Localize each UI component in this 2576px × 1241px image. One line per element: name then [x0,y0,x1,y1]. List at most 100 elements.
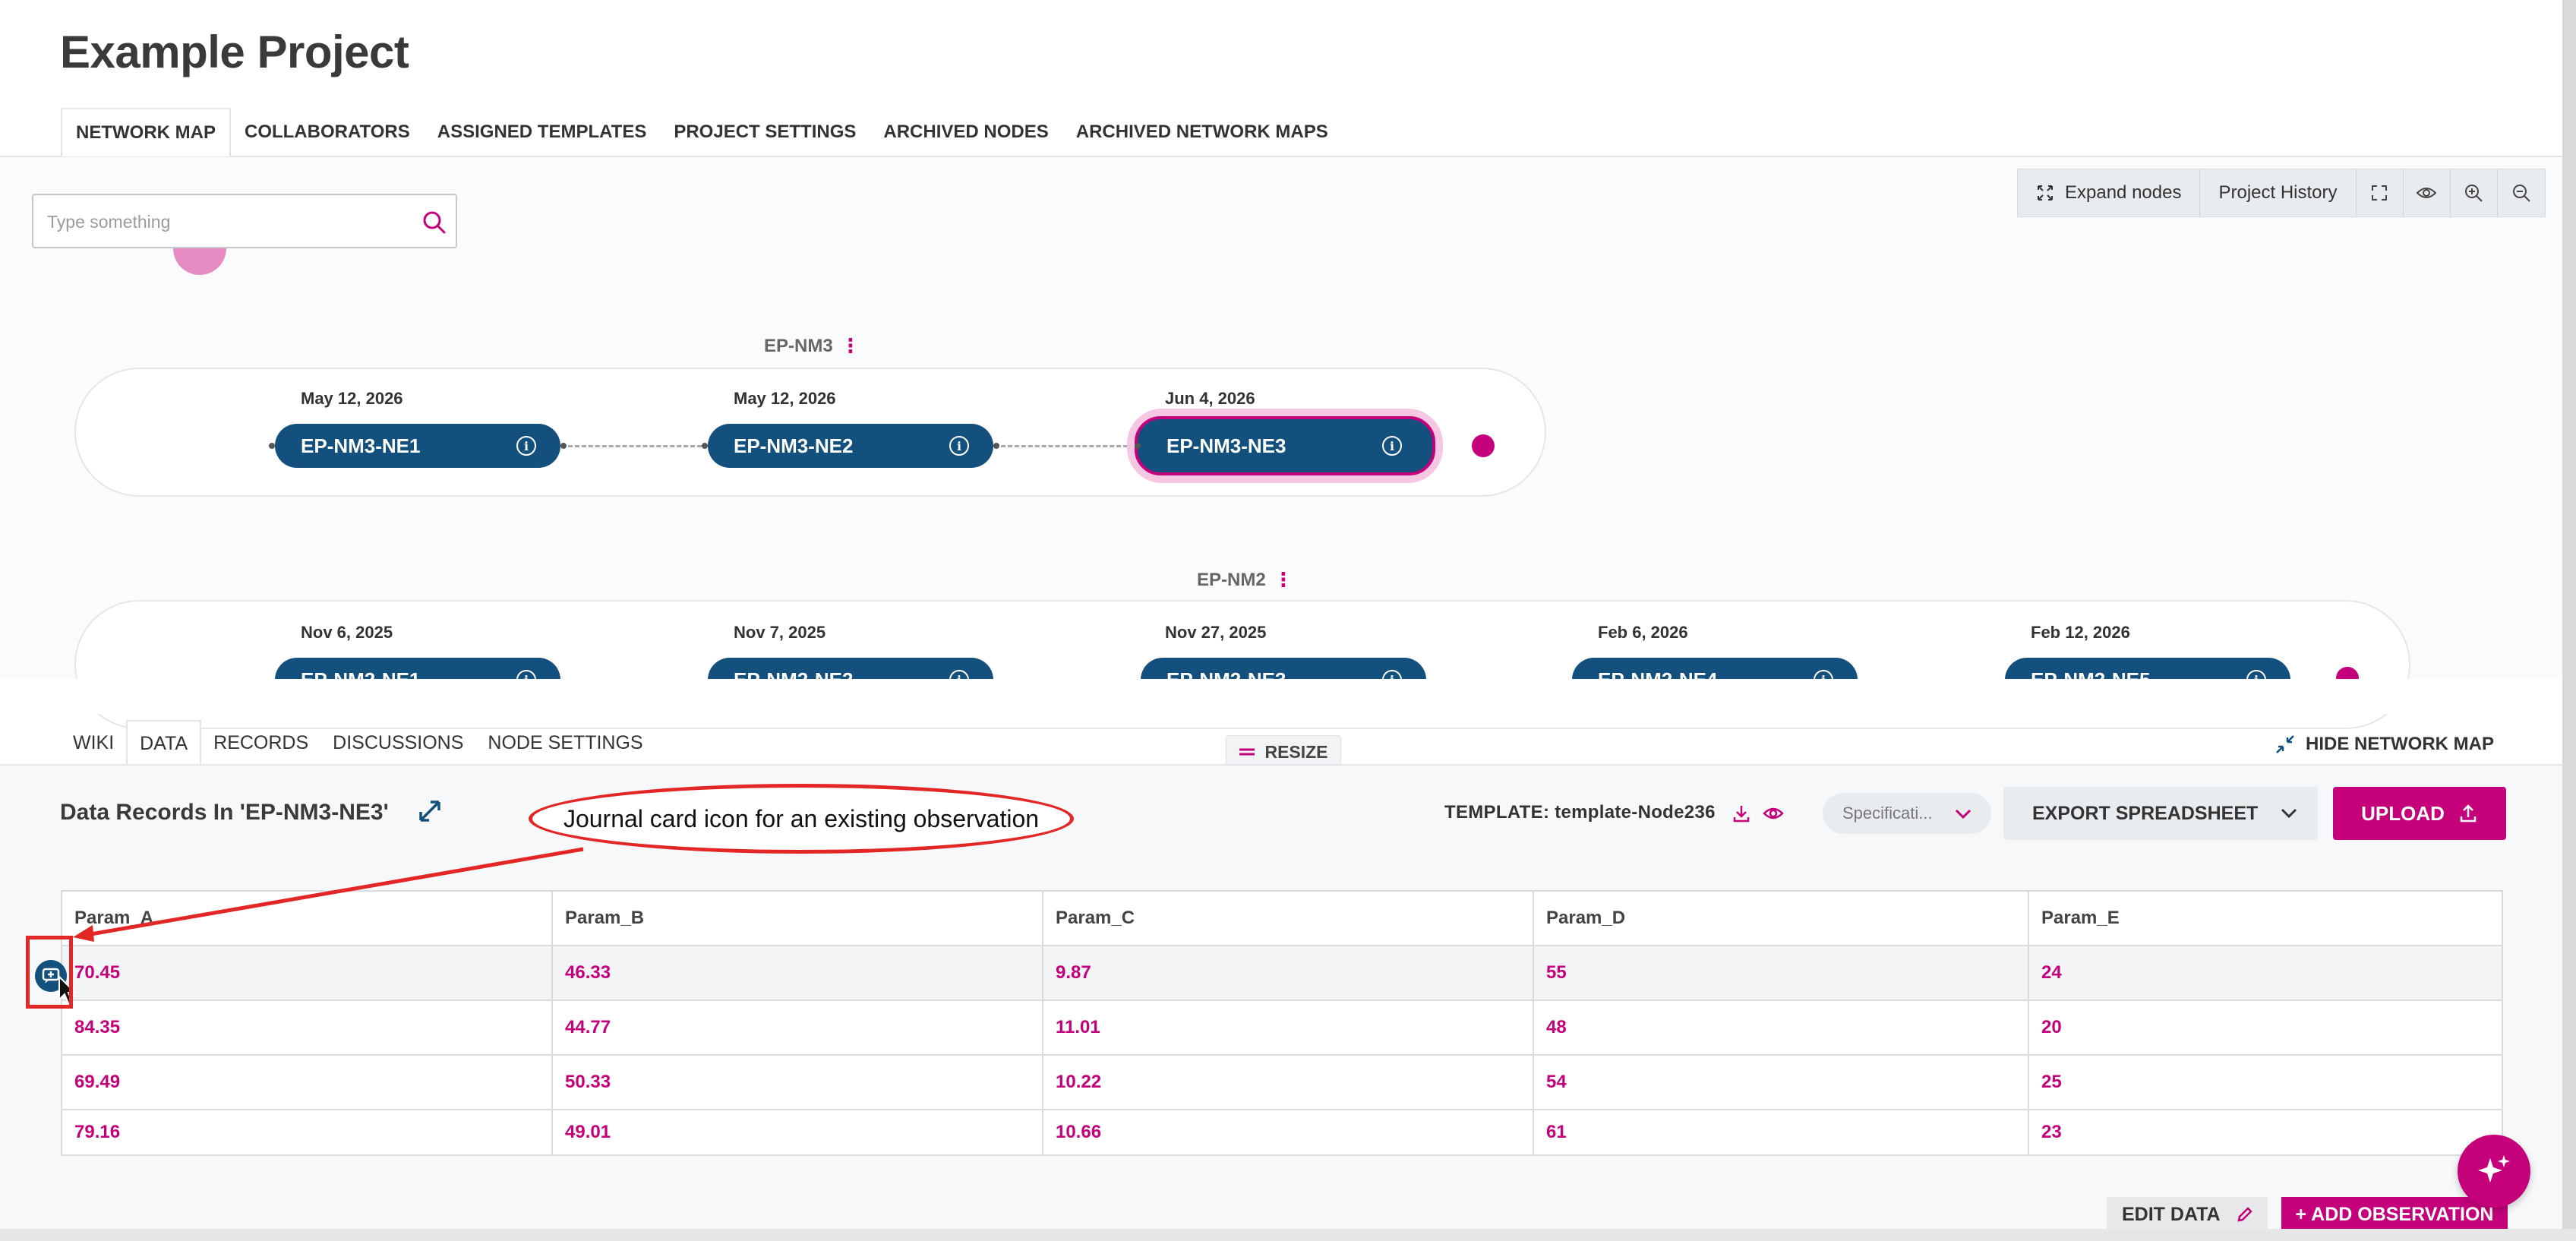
zoom-out-button[interactable] [2498,169,2545,216]
table-cell[interactable]: 44.77 [553,1001,1043,1054]
table-cell[interactable]: 25 [2029,1056,2502,1109]
edit-data-label: EDIT DATA [2122,1203,2221,1225]
column-header[interactable]: Param_C [1043,892,1534,945]
tab-project-settings[interactable]: PROJECT SETTINGS [660,108,870,156]
table-cell[interactable]: 23 [2029,1110,2502,1154]
zoom-out-icon [2512,185,2530,202]
network-map-name: EP-NM3 [764,335,833,356]
ai-assistant-button[interactable] [2458,1135,2530,1208]
table-cell[interactable]: 11.01 [1043,1001,1534,1054]
column-header[interactable]: Param_B [553,892,1043,945]
table-cell[interactable]: 55 [1534,946,2029,999]
table-cell[interactable]: 46.33 [553,946,1043,999]
expand-nodes-label: Expand nodes [2065,182,2182,203]
data-records-title: Data Records In 'EP-NM3-NE3' [60,800,389,825]
tab-archived-nodes[interactable]: ARCHIVED NODES [870,108,1062,156]
expand-icon[interactable] [416,797,444,825]
table-cell[interactable]: 54 [1534,1056,2029,1109]
table-cell[interactable]: 49.01 [553,1110,1043,1154]
tab-data[interactable]: DATA [126,720,202,766]
zoom-in-icon [2465,185,2483,202]
eye-icon[interactable] [1762,804,1784,823]
table-cell[interactable]: 84.35 [62,1001,553,1054]
node-card-selected[interactable]: EP-NM3-NE3 i [1141,424,1426,468]
connector-line [1001,445,1135,447]
visibility-button[interactable] [2404,169,2451,216]
tab-collaborators[interactable]: COLLABORATORS [231,108,424,156]
info-icon[interactable]: i [949,436,969,456]
upload-button[interactable]: UPLOAD [2333,787,2506,840]
node-date: Feb 6, 2026 [1598,623,1688,642]
annotation-highlight-box [26,936,73,1009]
kebab-menu-icon[interactable]: ⋮ [841,334,860,358]
add-observation-button[interactable]: + ADD OBSERVATION [2281,1197,2508,1232]
table-cell[interactable]: 48 [1534,1001,2029,1054]
project-history-button[interactable]: Project History [2200,169,2357,216]
table-cell[interactable]: 70.45 [62,946,553,999]
node-tabs: WIKI DATA RECORDS DISCUSSIONS NODE SETTI… [61,720,655,766]
table-row[interactable]: 79.16 49.01 10.66 61 23 [62,1110,2502,1154]
tab-archived-network-maps[interactable]: ARCHIVED NETWORK MAPS [1062,108,1342,156]
tab-assigned-templates[interactable]: ASSIGNED TEMPLATES [424,108,661,156]
table-cell[interactable]: 20 [2029,1001,2502,1054]
fullscreen-button[interactable] [2357,169,2404,216]
node-date: Feb 12, 2026 [2031,623,2130,642]
edit-data-button[interactable]: EDIT DATA [2107,1197,2268,1232]
node-card[interactable]: EP-NM3-NE1 i [275,424,560,468]
table-cell[interactable]: 61 [1534,1110,2029,1154]
table-cell[interactable]: 50.33 [553,1056,1043,1109]
tab-network-map[interactable]: NETWORK MAP [61,108,231,156]
annotation-callout: Journal card icon for an existing observ… [529,784,1074,854]
info-icon[interactable]: i [516,436,536,456]
tab-wiki[interactable]: WIKI [61,720,126,766]
template-name: TEMPLATE: template-Node236 [1444,802,1716,823]
search-input[interactable] [47,207,412,236]
table-cell[interactable]: 10.66 [1043,1110,1534,1154]
zoom-in-button[interactable] [2451,169,2498,216]
table-cell[interactable]: 24 [2029,946,2502,999]
column-header[interactable]: Param_E [2029,892,2502,945]
resize-label: RESIZE [1264,741,1328,762]
project-tabs: NETWORK MAP COLLABORATORS ASSIGNED TEMPL… [61,108,1342,156]
info-icon[interactable]: i [1382,436,1402,456]
node-date: Nov 6, 2025 [301,623,393,642]
export-spreadsheet-button[interactable]: EXPORT SPREADSHEET [2003,787,2318,840]
node-date: Nov 7, 2025 [734,623,826,642]
specification-select[interactable]: Specificati... [1823,793,1991,834]
table-row[interactable]: 69.49 50.33 10.22 54 25 [62,1056,2502,1110]
page-title: Example Project [60,27,409,77]
tab-discussions[interactable]: DISCUSSIONS [320,720,475,766]
kebab-menu-icon[interactable]: ⋮ [1274,568,1293,592]
tab-divider [0,764,2562,766]
window-edge [0,1229,2576,1241]
data-table: Param_A Param_B Param_C Param_D Param_E … [61,890,2503,1156]
node-date: May 12, 2026 [734,389,836,408]
drag-lines-icon [1239,748,1255,756]
fullscreen-icon [2372,185,2388,201]
expand-nodes-button[interactable]: Expand nodes [2018,169,2201,216]
window-edge [2562,0,2576,1241]
table-row[interactable]: 70.45 46.33 9.87 55 24 [62,946,2502,1001]
table-cell[interactable]: 69.49 [62,1056,553,1109]
table-cell[interactable]: 9.87 [1043,946,1534,999]
table-cell[interactable]: 10.22 [1043,1056,1534,1109]
table-row[interactable]: 84.35 44.77 11.01 48 20 [62,1001,2502,1056]
connector-dot [993,443,999,449]
connector-line [568,445,702,447]
map-panel-edge [0,679,2562,714]
download-icon[interactable] [1732,804,1751,823]
tab-node-settings[interactable]: NODE SETTINGS [475,720,655,766]
search-icon[interactable] [421,209,448,236]
node-name: EP-NM3-NE2 [734,434,854,457]
node-card[interactable]: EP-NM3-NE2 i [708,424,993,468]
tab-records[interactable]: RECORDS [201,720,320,766]
column-header[interactable]: Param_A [62,892,553,945]
chevron-down-icon [1955,809,1971,819]
table-cell[interactable]: 79.16 [62,1110,553,1154]
column-header[interactable]: Param_D [1534,892,2029,945]
hide-network-map-label: HIDE NETWORK MAP [2306,734,2494,754]
export-spreadsheet-label: EXPORT SPREADSHEET [2032,802,2259,824]
add-node-dot[interactable] [1472,434,1495,457]
node-date: Jun 4, 2026 [1165,389,1255,408]
hide-network-map-button[interactable]: HIDE NETWORK MAP [2275,729,2494,759]
